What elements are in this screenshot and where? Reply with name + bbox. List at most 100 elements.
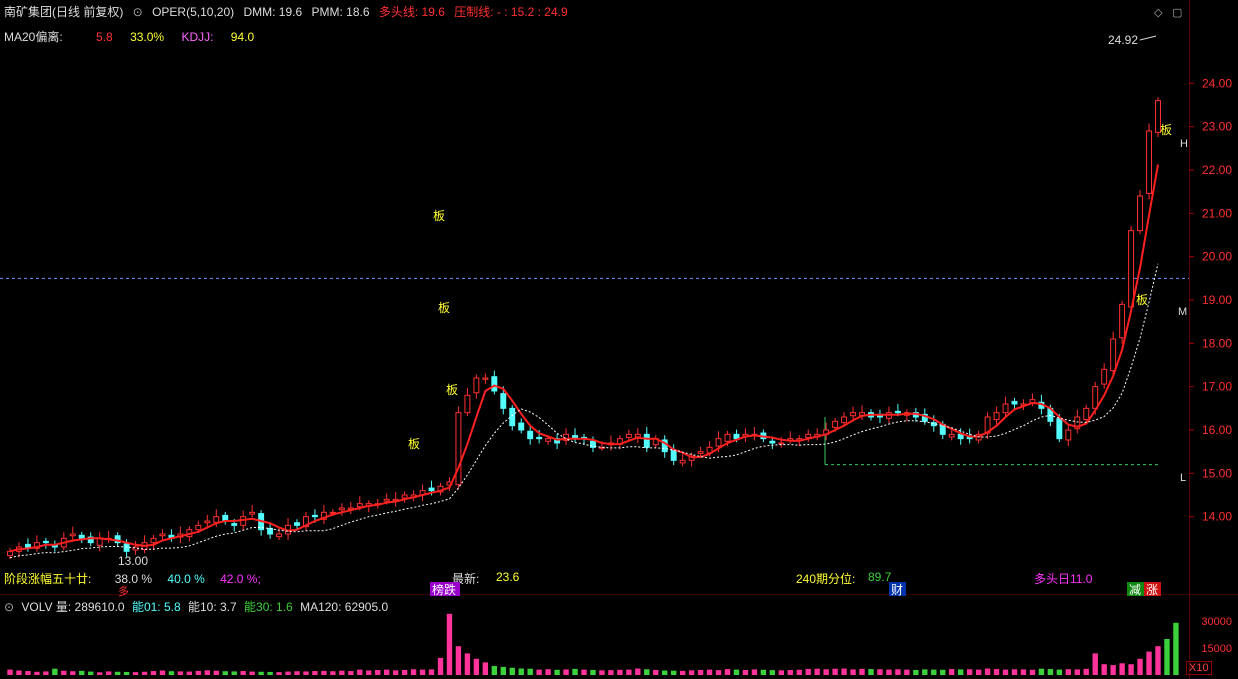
volume-bar: [509, 667, 515, 675]
volume-bar: [348, 671, 354, 675]
volume-bar: [16, 670, 22, 675]
candle-body: [805, 433, 812, 438]
volume-bar: [1011, 669, 1018, 675]
candle-body: [150, 537, 157, 544]
volume-bar: [581, 669, 587, 675]
volume-bar: [491, 666, 498, 675]
candle-body: [204, 520, 211, 524]
bull-line: [9, 164, 1159, 553]
candle-body: [1110, 338, 1117, 372]
volume-bar: [1146, 651, 1152, 675]
volume-bar: [769, 670, 776, 675]
candle-body: [1065, 429, 1072, 441]
volume-bar: [670, 670, 677, 675]
candle-body: [383, 498, 390, 502]
candle-body: [769, 440, 776, 444]
volume-bar: [984, 668, 991, 675]
candle-body: [536, 436, 543, 440]
y-tick-label: 23.00: [1202, 120, 1232, 134]
volume-bar: [428, 669, 435, 675]
volume-bar: [966, 669, 973, 675]
volume-bar: [321, 670, 327, 675]
volume-bar: [635, 668, 641, 675]
volume-bar: [455, 646, 462, 675]
volume-bar: [339, 670, 345, 675]
m-marker: M: [1178, 306, 1187, 318]
volume-bar: [114, 671, 121, 675]
volume-bar: [105, 671, 112, 675]
candle-body: [697, 451, 704, 454]
candle-body: [231, 523, 238, 526]
volume-bar: [688, 670, 695, 675]
candle-body: [401, 494, 408, 499]
volume-bar: [590, 669, 596, 675]
volume-bar: [832, 668, 838, 675]
price-chart[interactable]: 14.00 15.00 16.00 17.00 18.00 19.00 20.00 21.00…: [0, 0, 1238, 679]
candle-body: [500, 393, 507, 409]
y-tick-label: 22.00: [1202, 163, 1232, 177]
volume-bar: [814, 668, 820, 675]
volume-bar: [850, 669, 856, 675]
volume-bar: [150, 671, 157, 675]
candle-body: [634, 433, 641, 438]
y-tick-label: 19.00: [1202, 293, 1232, 307]
volume-bar: [805, 668, 811, 675]
volume-bar: [1155, 646, 1161, 675]
volume-bar: [240, 671, 246, 675]
volume-bar: [931, 669, 937, 675]
y-tick-label: 17.00: [1202, 380, 1232, 394]
candle-body: [1146, 130, 1152, 194]
volume-bar: [545, 669, 551, 675]
candle-body: [338, 507, 345, 511]
candle-body: [715, 438, 722, 447]
volume-bar: [222, 671, 228, 675]
x10-button[interactable]: X10: [1186, 661, 1212, 675]
volume-tick-label: 15000: [1201, 643, 1232, 655]
candle-body: [1119, 303, 1126, 339]
l-marker: L: [1180, 472, 1186, 484]
volume-bar: [877, 669, 883, 675]
volume-bar: [7, 669, 13, 675]
candle-body: [1056, 418, 1063, 440]
volume-bar: [330, 671, 336, 675]
volume-bar: [249, 671, 255, 675]
press-line: [9, 263, 1159, 559]
volume-bar: [975, 669, 982, 675]
volume-bar: [527, 668, 533, 675]
volume-bar: [697, 669, 704, 675]
y-tick-label: 20.00: [1202, 250, 1232, 264]
candle-body: [428, 487, 435, 492]
volume-bar: [294, 671, 300, 675]
candle-body: [1092, 386, 1099, 409]
candle-body: [679, 459, 686, 464]
jian-tag: 减: [1129, 583, 1141, 597]
candle-body: [249, 511, 256, 515]
candle-body: [1137, 195, 1144, 232]
volume-bar: [626, 669, 632, 675]
candle-body: [1083, 407, 1090, 421]
candle-body: [294, 522, 300, 526]
volume-bar: [285, 671, 291, 675]
candle-body: [69, 533, 76, 537]
volume-bar: [25, 671, 31, 675]
cai-tag: 财: [891, 583, 903, 597]
volume-bar: [1065, 669, 1072, 675]
volume-bar: [375, 669, 381, 675]
volume-bar: [957, 669, 964, 675]
volume-bar: [1038, 668, 1045, 675]
y-tick-label: 21.00: [1202, 206, 1232, 220]
volume-bar: [96, 672, 103, 675]
volume-bar: [195, 670, 202, 675]
volume-bar: [132, 672, 139, 675]
volume-bar: [949, 669, 955, 675]
candle-body: [482, 377, 489, 380]
volume-bar: [392, 670, 399, 675]
volume-tick-label: 30000: [1201, 616, 1232, 628]
bang-tag: 榜跌: [432, 582, 456, 597]
zhang-tag: 涨: [1146, 582, 1158, 597]
candle-body: [1128, 230, 1135, 308]
volume-bar: [34, 671, 40, 675]
volume-bar: [733, 669, 740, 675]
candle-body: [527, 430, 534, 440]
board-label: 板: [446, 383, 458, 397]
